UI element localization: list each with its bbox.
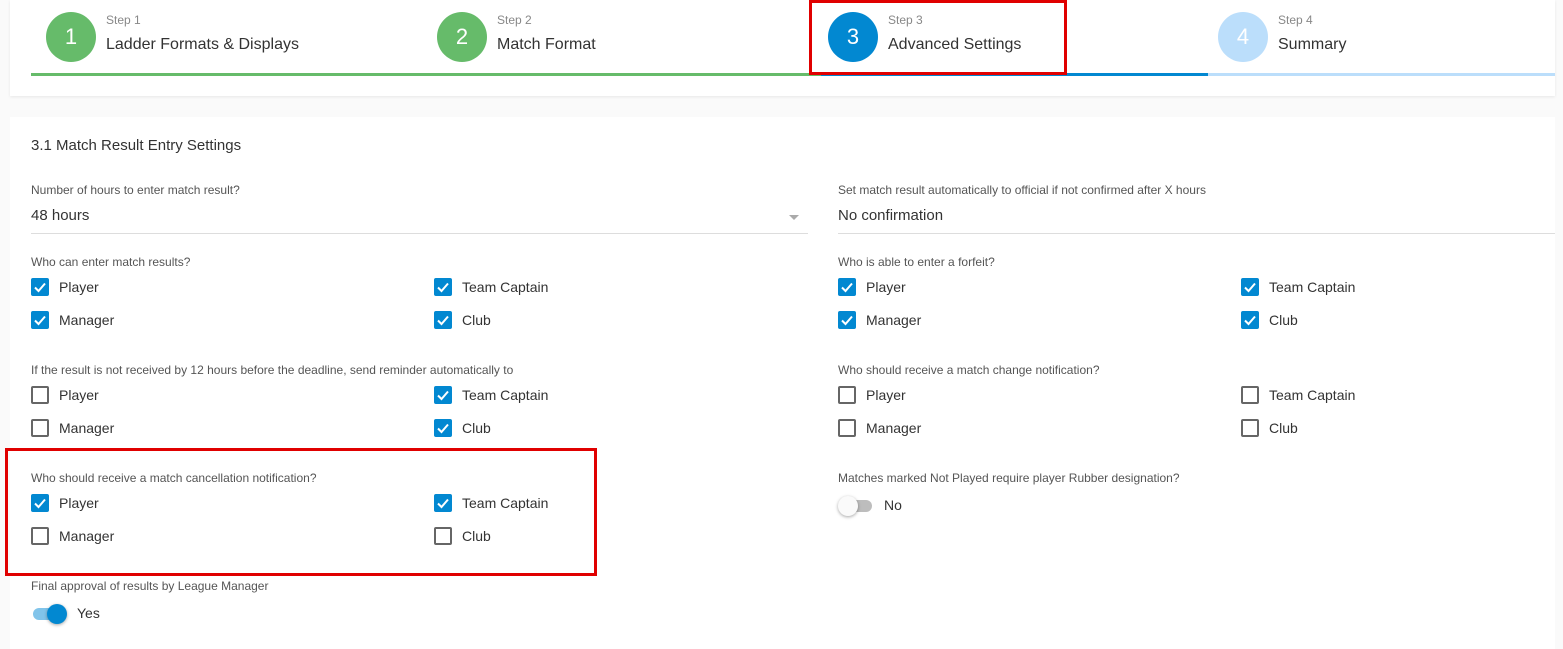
enter-results-manager-checkbox[interactable]: Manager <box>31 310 114 330</box>
checked-icon <box>1241 278 1259 296</box>
checkbox-label: Manager <box>59 528 115 544</box>
checkbox-label: Team Captain <box>462 495 549 511</box>
step-1-label: Ladder Formats & Displays <box>106 36 299 53</box>
step-progress-bar-todo <box>1208 73 1555 76</box>
forfeit-player-checkbox[interactable]: Player <box>838 277 906 297</box>
checkbox-label: Player <box>59 279 99 295</box>
unchecked-icon <box>1241 419 1259 437</box>
checkbox-label: Manager <box>866 420 922 436</box>
checkbox-label: Manager <box>59 312 115 328</box>
enter-results-team-captain-checkbox[interactable]: Team Captain <box>434 277 548 297</box>
checkbox-label: Player <box>59 387 99 403</box>
checkbox-label: Club <box>1269 420 1298 436</box>
cancellation-player-checkbox[interactable]: Player <box>31 493 99 513</box>
cancellation-team-captain-checkbox[interactable]: Team Captain <box>434 493 548 513</box>
checkbox-label: Team Captain <box>462 279 549 295</box>
checked-icon <box>434 419 452 437</box>
checkbox-label: Club <box>462 528 491 544</box>
change-notification-player-checkbox[interactable]: Player <box>838 385 906 405</box>
checked-icon <box>838 278 856 296</box>
checked-icon <box>434 494 452 512</box>
enter-results-club-checkbox[interactable]: Club <box>434 310 491 330</box>
change-notification-club-checkbox[interactable]: Club <box>1241 418 1298 438</box>
checked-icon <box>31 494 49 512</box>
hours-select[interactable]: 48 hours <box>31 207 89 224</box>
toggle-thumb <box>47 604 67 624</box>
final-approval-value: Yes <box>77 605 100 621</box>
step-2-sublabel: Step 2 <box>497 13 532 27</box>
checked-icon <box>434 311 452 329</box>
checkbox-label: Team Captain <box>462 387 549 403</box>
checkbox-label: Club <box>1269 312 1298 328</box>
unchecked-icon <box>1241 386 1259 404</box>
checkbox-label: Manager <box>866 312 922 328</box>
auto-official-underline <box>838 233 1555 234</box>
reminder-team-captain-checkbox[interactable]: Team Captain <box>434 385 548 405</box>
checkbox-label: Team Captain <box>1269 279 1356 295</box>
cancellation-club-checkbox[interactable]: Club <box>434 526 491 546</box>
not-played-value: No <box>884 497 902 513</box>
forfeit-label: Who is able to enter a forfeit? <box>838 255 995 269</box>
not-played-label: Matches marked Not Played require player… <box>838 471 1180 485</box>
checked-icon <box>838 311 856 329</box>
checkbox-label: Player <box>866 279 906 295</box>
reminder-player-checkbox[interactable]: Player <box>31 385 99 405</box>
toggle-thumb <box>838 496 858 516</box>
checkbox-label: Club <box>462 420 491 436</box>
unchecked-icon <box>434 527 452 545</box>
final-approval-toggle[interactable] <box>31 604 67 624</box>
unchecked-icon <box>838 386 856 404</box>
stepper: 1 Step 1 Ladder Formats & Displays 2 Ste… <box>10 0 1555 96</box>
step-progress-bar-done <box>31 73 821 76</box>
cancellation-notification-label: Who should receive a match cancellation … <box>31 471 317 485</box>
checkbox-label: Player <box>866 387 906 403</box>
checkbox-label: Player <box>59 495 99 511</box>
checked-icon <box>1241 311 1259 329</box>
change-notification-manager-checkbox[interactable]: Manager <box>838 418 921 438</box>
forfeit-team-captain-checkbox[interactable]: Team Captain <box>1241 277 1355 297</box>
unchecked-icon <box>31 527 49 545</box>
checked-icon <box>31 311 49 329</box>
hours-field-label: Number of hours to enter match result? <box>31 183 240 197</box>
active-step-highlight <box>809 0 1067 75</box>
reminder-label: If the result is not received by 12 hour… <box>31 363 514 377</box>
change-notification-label: Who should receive a match change notifi… <box>838 363 1100 377</box>
forfeit-club-checkbox[interactable]: Club <box>1241 310 1298 330</box>
auto-official-input[interactable]: No confirmation <box>838 207 943 224</box>
step-1-number: 1 <box>46 12 96 62</box>
step-2-number: 2 <box>437 12 487 62</box>
reminder-club-checkbox[interactable]: Club <box>434 418 491 438</box>
step-1-sublabel: Step 1 <box>106 13 141 27</box>
enter-results-player-checkbox[interactable]: Player <box>31 277 99 297</box>
enter-results-label: Who can enter match results? <box>31 255 191 269</box>
auto-official-label: Set match result automatically to offici… <box>838 183 1206 197</box>
checked-icon <box>434 386 452 404</box>
hours-select-underline <box>31 233 808 234</box>
step-4-sublabel: Step 4 <box>1278 13 1313 27</box>
checkbox-label: Team Captain <box>1269 387 1356 403</box>
chevron-down-icon[interactable] <box>789 215 799 220</box>
final-approval-label: Final approval of results by League Mana… <box>31 579 269 593</box>
change-notification-team-captain-checkbox[interactable]: Team Captain <box>1241 385 1355 405</box>
step-4-label: Summary <box>1278 36 1347 53</box>
forfeit-manager-checkbox[interactable]: Manager <box>838 310 921 330</box>
section-title: 3.1 Match Result Entry Settings <box>31 137 242 154</box>
unchecked-icon <box>31 386 49 404</box>
step-2-label: Match Format <box>497 36 596 53</box>
checked-icon <box>31 278 49 296</box>
step-4-number: 4 <box>1218 12 1268 62</box>
checkbox-label: Club <box>462 312 491 328</box>
cancellation-manager-checkbox[interactable]: Manager <box>31 526 114 546</box>
reminder-manager-checkbox[interactable]: Manager <box>31 418 114 438</box>
unchecked-icon <box>838 419 856 437</box>
checkbox-label: Manager <box>59 420 115 436</box>
not-played-toggle[interactable] <box>838 496 874 516</box>
checked-icon <box>434 278 452 296</box>
unchecked-icon <box>31 419 49 437</box>
